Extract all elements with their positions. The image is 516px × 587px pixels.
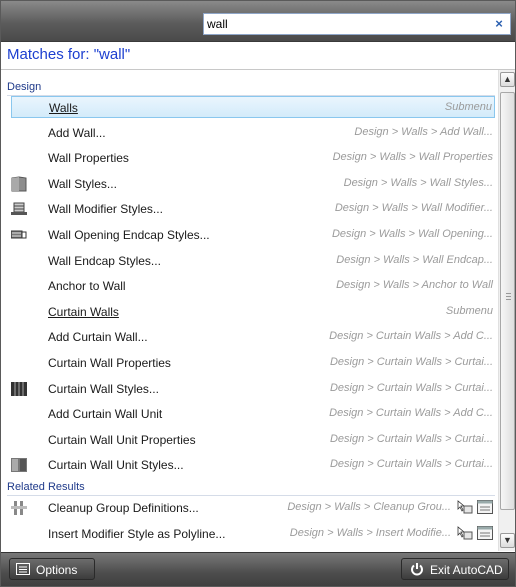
item-label: Cleanup Group Definitions... xyxy=(48,501,199,515)
design-item[interactable]: Add Wall... Design > Walls > Add Wall... xyxy=(11,122,495,144)
item-label: Add Curtain Wall Unit xyxy=(48,407,163,422)
related-item[interactable]: Cleanup Group Definitions... Design > Wal… xyxy=(11,497,495,519)
section-related-heading: Related Results xyxy=(7,481,85,493)
search-menu-window: × Matches for: "wall" Design Related Res… xyxy=(0,0,516,587)
item-path: Design > Walls > Add Wall... xyxy=(354,125,493,138)
exit-autocad-button[interactable]: Exit AutoCAD xyxy=(401,558,509,580)
matches-header: Matches for: "wall" xyxy=(1,42,515,70)
item-path: Design > Curtain Walls > Add C... xyxy=(329,407,493,420)
related-item[interactable]: Insert Modifier Style as Polyline... Desi… xyxy=(11,523,495,545)
item-path: Design > Curtain Walls > Add C... xyxy=(329,330,493,343)
item-path: Design > Walls > Cleanup Grou... xyxy=(287,501,451,513)
search-input[interactable] xyxy=(207,15,487,33)
design-item[interactable]: Anchor to Wall Design > Walls > Anchor to… xyxy=(11,275,495,297)
curtain-wall-style-icon xyxy=(11,381,27,397)
item-label: Insert Modifier Style as Polyline... xyxy=(48,526,226,541)
item-label: Add Wall... xyxy=(48,125,106,140)
section-divider xyxy=(7,495,495,496)
search-box[interactable]: × xyxy=(203,13,511,35)
design-item[interactable]: Curtain Wall Unit Styles... Design > Curt… xyxy=(11,454,495,476)
design-item[interactable]: Curtain Wall Properties Design > Curtain … xyxy=(11,352,495,374)
wall-style-icon xyxy=(11,176,27,192)
wall-modifier-icon xyxy=(11,201,27,217)
item-path: Design > Walls > Wall Properties xyxy=(332,151,493,164)
scroll-thumb[interactable] xyxy=(500,92,515,510)
item-label: Curtain Wall Styles... xyxy=(48,381,159,396)
window-indicator-icon xyxy=(477,525,493,540)
item-label: Wall Modifier Styles... xyxy=(48,202,163,217)
item-label: Wall Opening Endcap Styles... xyxy=(48,228,210,242)
exit-label: Exit AutoCAD xyxy=(430,563,503,577)
design-item[interactable]: Add Curtain Wall... Design > Curtain Wall… xyxy=(11,326,495,348)
scroll-grip-icon xyxy=(506,293,511,301)
design-item[interactable]: Add Curtain Wall Unit Design > Curtain Wa… xyxy=(11,403,495,425)
item-label: Curtain Walls xyxy=(48,304,119,319)
item-path: Design > Curtain Walls > Curtai... xyxy=(329,356,493,368)
cleanup-group-icon xyxy=(11,500,27,516)
item-path: Design > Curtain Walls > Curtai... xyxy=(329,381,493,394)
item-path: Design > Walls > Wall Opening... xyxy=(331,228,493,240)
design-item[interactable]: Wall Opening Endcap Styles... Design > Wa… xyxy=(10,224,495,246)
item-label: Wall Endcap Styles... xyxy=(48,253,161,268)
item-path: Submenu xyxy=(445,304,493,317)
item-label: Wall Properties xyxy=(48,151,129,166)
item-path: Design > Curtain Walls > Curtai... xyxy=(329,458,493,471)
item-label: Wall Styles... xyxy=(48,176,117,191)
options-button[interactable]: Options xyxy=(9,558,95,580)
results-list: Design Related Results Walls Submenu Add W… xyxy=(1,70,497,551)
design-item[interactable]: Wall Styles... Design > Walls > Wall Styl… xyxy=(11,173,495,195)
item-label: Curtain Wall Properties xyxy=(48,356,171,370)
design-item[interactable]: Wall Properties Design > Walls > Wall Pro… xyxy=(11,147,495,169)
item-path: Design > Walls > Insert Modifie... xyxy=(289,526,451,539)
options-icon xyxy=(16,563,30,575)
wall-opening-endcap-icon xyxy=(10,227,27,243)
item-path: Design > Curtain Walls > Curtai... xyxy=(329,432,493,445)
power-icon xyxy=(411,563,423,576)
item-label: Curtain Wall Unit Properties xyxy=(48,432,196,447)
item-label: Anchor to Wall xyxy=(48,279,126,294)
design-item[interactable]: Wall Endcap Styles... Design > Walls > Wa… xyxy=(11,250,495,272)
item-label: Walls xyxy=(49,101,78,115)
scroll-down-button[interactable]: ▼ xyxy=(500,533,515,548)
design-item[interactable]: Curtain Wall Unit Properties Design > Cur… xyxy=(11,429,495,451)
cursor-indicator-icon xyxy=(457,525,473,540)
clear-search-icon[interactable]: × xyxy=(491,16,507,32)
search-header-bar: × xyxy=(1,1,515,42)
window-indicator-icon xyxy=(477,500,493,514)
footer-bar: Options Exit AutoCAD xyxy=(1,552,515,586)
design-item[interactable]: Curtain Wall Styles... Design > Curtain W… xyxy=(11,378,495,400)
vertical-scrollbar[interactable]: ▲ ▼ xyxy=(498,70,515,551)
scroll-up-button[interactable]: ▲ xyxy=(500,72,515,87)
item-path: Design > Walls > Anchor to Wall xyxy=(336,279,493,292)
design-item[interactable]: Curtain Walls Submenu xyxy=(11,301,495,323)
item-path: Design > Walls > Wall Endcap... xyxy=(336,253,493,266)
item-label: Add Curtain Wall... xyxy=(48,330,148,345)
section-design-heading: Design xyxy=(7,81,42,93)
cursor-indicator-icon xyxy=(457,500,473,514)
matches-label: Matches for: "wall" xyxy=(7,46,131,63)
item-path: Submenu xyxy=(444,101,492,113)
design-item[interactable]: Wall Modifier Styles... Design > Walls > … xyxy=(11,198,495,220)
options-label: Options xyxy=(36,563,78,577)
item-path: Design > Walls > Wall Styles... xyxy=(343,176,493,189)
item-path: Design > Walls > Wall Modifier... xyxy=(334,202,493,215)
design-item[interactable]: Walls Submenu xyxy=(11,96,495,118)
curtain-wall-unit-style-icon xyxy=(11,457,27,473)
item-label: Curtain Wall Unit Styles... xyxy=(48,458,184,473)
